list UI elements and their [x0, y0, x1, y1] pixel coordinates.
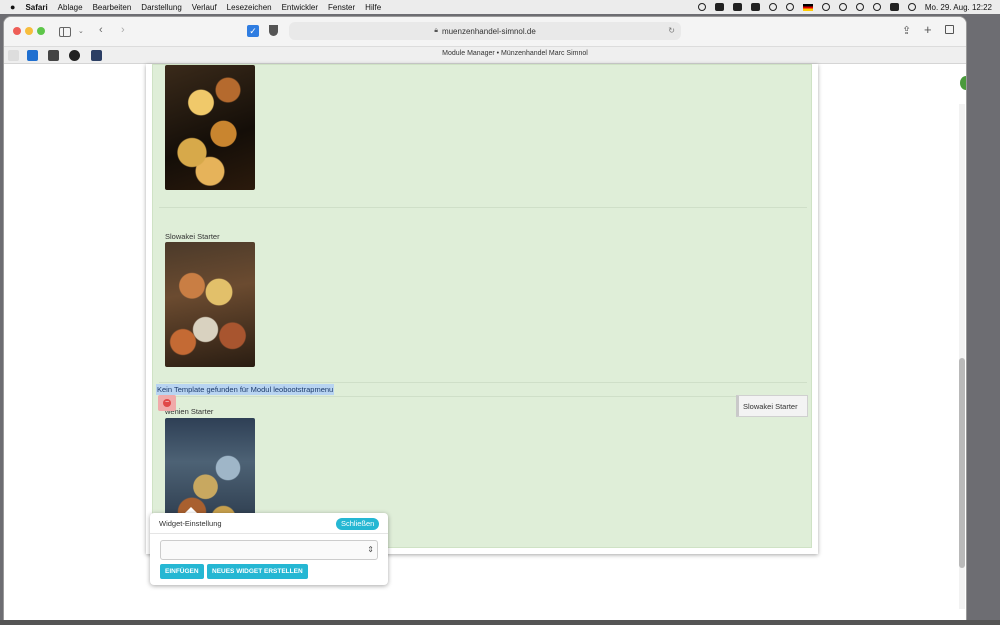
menu-verlauf[interactable]: Verlauf [192, 3, 217, 12]
active-tab-title[interactable]: Module Manager • Münzenhandel Marc Simno… [4, 50, 966, 57]
zoom-window-button[interactable] [37, 27, 45, 35]
minimize-window-button[interactable] [25, 27, 33, 35]
product-label-slowakei: Slowakei Starter [165, 232, 220, 241]
siri-icon[interactable] [907, 3, 916, 11]
menu-bearbeiten[interactable]: Bearbeiten [93, 3, 132, 12]
app-icon-2[interactable] [750, 3, 760, 11]
spotlight-icon[interactable] [872, 3, 881, 11]
tab-title-text: Module Manager • Münzenhandel Marc Simno… [442, 50, 588, 57]
chevron-down-icon[interactable]: ⌄ [78, 27, 84, 35]
dock-strip [0, 620, 1000, 625]
forward-icon[interactable]: › [121, 24, 125, 36]
divider [159, 382, 807, 383]
product-image-coins-1[interactable] [165, 65, 255, 190]
divider [159, 396, 807, 397]
page-viewport: Slowakei Starter wenien Starter Kein Tem… [4, 64, 966, 624]
clock[interactable]: Mo. 29. Aug. 12:22 [925, 3, 992, 12]
menu-entwickler[interactable]: Entwickler [282, 3, 318, 12]
share-icon[interactable]: ⇪ [902, 24, 911, 37]
menu-app-name[interactable]: Safari [25, 3, 47, 12]
menu-fenster[interactable]: Fenster [328, 3, 355, 12]
divider [150, 533, 388, 534]
close-button[interactable]: Schließen [336, 518, 380, 530]
scrollbar-thumb[interactable] [959, 358, 965, 568]
app-icon[interactable] [732, 3, 742, 11]
menu-bar: ● Safari Ablage Bearbeiten Darstellung V… [0, 0, 1000, 14]
apple-icon[interactable]: ● [10, 2, 15, 12]
teamviewer-icon[interactable] [714, 3, 724, 11]
insert-button[interactable]: EINFÜGEN [160, 564, 204, 579]
status-area: Mo. 29. Aug. 12:22 [697, 0, 992, 14]
tab-overview-icon[interactable] [945, 25, 954, 34]
module-content: Slowakei Starter wenien Starter [152, 64, 812, 548]
tab-bar: Module Manager • Münzenhandel Marc Simno… [4, 47, 966, 64]
browser-window: ⌄ ‹ › ✓ 🔒︎ muenzenhandel-simnol.de ↻ ⇪ +… [3, 16, 967, 625]
module-chip[interactable]: Slowakei Starter [736, 395, 808, 417]
back-icon[interactable]: ‹ [99, 24, 103, 36]
extension-check-icon[interactable]: ✓ [247, 25, 259, 37]
close-window-button[interactable] [13, 27, 21, 35]
lock-icon: 🔒︎ [434, 27, 438, 34]
language-flag-icon[interactable] [802, 3, 813, 11]
extension-shield-icon[interactable] [269, 25, 278, 36]
reload-icon[interactable]: ↻ [668, 26, 675, 35]
product-image-slowakei[interactable] [165, 242, 255, 367]
url-text: muenzenhandel-simnol.de [441, 26, 536, 36]
new-widget-button[interactable]: NEUES WIDGET ERSTELLEN [207, 564, 308, 579]
sidebar-icon[interactable] [59, 27, 71, 37]
volume-icon[interactable] [768, 3, 777, 11]
module-panel: Slowakei Starter wenien Starter [146, 64, 818, 554]
widget-select[interactable] [160, 540, 378, 560]
browser-toolbar: ⌄ ‹ › ✓ 🔒︎ muenzenhandel-simnol.de ↻ ⇪ + [4, 17, 966, 47]
bluetooth-icon[interactable] [785, 3, 794, 11]
time-machine-icon[interactable] [855, 3, 864, 11]
menu-darstellung[interactable]: Darstellung [141, 3, 181, 12]
wifi-icon[interactable] [821, 3, 830, 11]
template-error-message: Kein Template gefunden für Modul leoboot… [156, 384, 335, 395]
new-tab-icon[interactable]: + [924, 22, 932, 37]
widget-title: Widget-Einstellung [159, 519, 222, 528]
menu-hilfe[interactable]: Hilfe [365, 3, 381, 12]
widget-settings-popover: Widget-Einstellung Schließen EINFÜGEN NE… [150, 513, 388, 585]
address-bar[interactable]: 🔒︎ muenzenhandel-simnol.de ↻ [289, 22, 681, 40]
eject-icon[interactable] [838, 3, 847, 11]
remove-button[interactable]: − [158, 395, 176, 411]
menu-ablage[interactable]: Ablage [58, 3, 83, 12]
status-icon[interactable] [697, 3, 706, 11]
menu-lesezeichen[interactable]: Lesezeichen [227, 3, 272, 12]
control-center-icon[interactable] [889, 3, 899, 11]
minus-icon: − [163, 399, 171, 407]
divider [159, 207, 807, 208]
side-panel-tab[interactable] [960, 76, 966, 90]
module-chip-label: Slowakei Starter [743, 402, 798, 411]
